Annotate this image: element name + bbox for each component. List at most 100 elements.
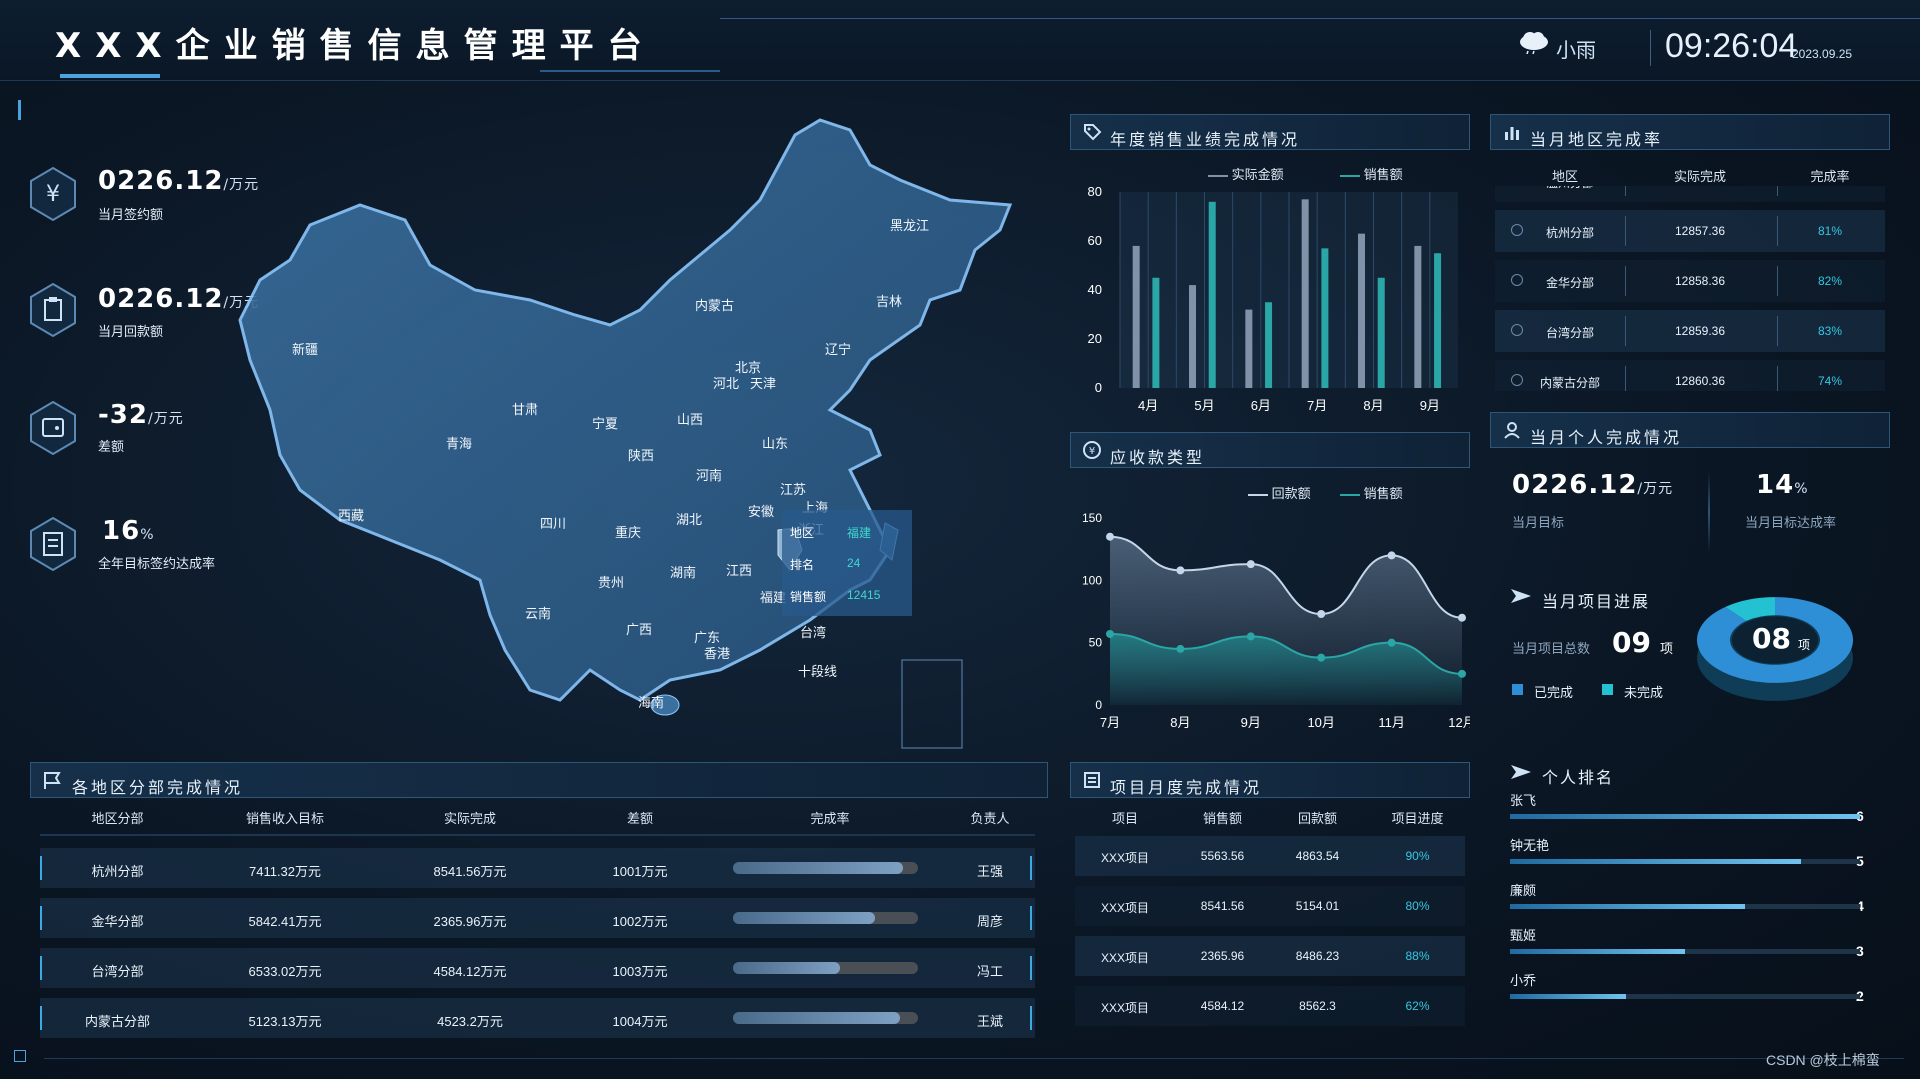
x-tick-label: 6月: [1251, 398, 1271, 413]
cell-diff: 1002万元: [612, 914, 668, 929]
cell-progress: 62%: [1405, 999, 1430, 1013]
cell-owner: 周彦: [976, 914, 1003, 929]
x-tick-label: 7月: [1307, 398, 1327, 413]
cell-region: 杭州分部: [91, 864, 144, 879]
donut-center-unit: 项: [1798, 638, 1811, 652]
completion-bar: [733, 962, 918, 974]
province-label: 吉林: [876, 295, 902, 310]
send-arrow-icon: [1511, 589, 1531, 603]
cell-divider: [1777, 316, 1778, 346]
completion-bar: [733, 912, 918, 924]
receivable-chart-title: 应收款类型: [1110, 450, 1206, 467]
data-point: [1246, 560, 1255, 569]
wallet-icon: [30, 400, 76, 456]
cell-actual: 12856.36: [1630, 186, 1770, 188]
rank-bar: [1510, 994, 1860, 999]
cell-diff: 1004万元: [612, 1014, 668, 1029]
bar-chart-icon: [1505, 127, 1519, 140]
column-header: 回款额: [1297, 811, 1337, 826]
data-point: [1317, 653, 1326, 662]
cell-region: 金华分部: [91, 914, 144, 929]
cell-region: 台湾分部: [91, 964, 144, 979]
province-label: 新疆: [292, 342, 318, 358]
svg-text:¥: ¥: [1089, 446, 1095, 457]
cell-actual: 12859.36: [1674, 324, 1726, 338]
status-ring-icon: [1511, 374, 1523, 386]
map-tooltip: 地区 福建 排名 24 销售额 12415: [782, 510, 912, 616]
cell-diff: 1003万元: [612, 964, 668, 979]
legend-label-undone: 未完成: [1624, 685, 1664, 700]
data-point: [1387, 638, 1396, 647]
cell-rate: 82%: [1817, 274, 1843, 288]
cell-rate: 83%: [1817, 324, 1843, 338]
cell-sales: 5563.56: [1200, 849, 1245, 863]
send-arrow-icon: [1511, 765, 1531, 779]
province-label: 辽宁: [825, 342, 851, 358]
column-header: 实际完成: [1673, 169, 1726, 184]
rank-bar: [1510, 814, 1860, 819]
china-map[interactable]: 黑龙江 吉林 辽宁 内蒙古 新疆 北京 天津 河北 甘肃 宁夏 山西 山东 青海…: [230, 110, 1030, 770]
personal-target-unit: /万元: [1637, 481, 1674, 497]
province-label: 四川: [540, 517, 566, 532]
cell-target: 5123.13万元: [248, 1014, 322, 1029]
cell-sales: 2365.96: [1200, 949, 1245, 963]
cloud-rain-icon: [1520, 32, 1548, 54]
kpi-value: 16: [102, 516, 141, 546]
cell-payback: 8562.3: [1299, 999, 1336, 1013]
list-icon: [1084, 772, 1100, 788]
province-label: 湖南: [670, 565, 696, 581]
row-accent: [40, 956, 42, 980]
column-header: 项目: [1111, 811, 1138, 826]
data-point: [1176, 644, 1185, 653]
rank-name: 甄姬: [1510, 928, 1537, 943]
user-icon: [1504, 422, 1520, 439]
kpi-label: 当月回款额: [98, 324, 164, 339]
cell-owner: 王强: [976, 864, 1003, 879]
column-header: 完成率: [1810, 169, 1850, 184]
province-label: 云南: [525, 606, 551, 622]
column-header: 差额: [626, 811, 653, 826]
column-header: 项目进度: [1391, 811, 1444, 826]
status-ring-icon: [1511, 324, 1523, 336]
donut-center-value: 08: [1752, 622, 1791, 655]
kpi-value: 0226.12: [98, 284, 224, 314]
cell-owner: 冯工: [976, 964, 1003, 979]
cell-actual: 2365.96万元: [433, 914, 507, 929]
cell-target: 5842.41万元: [248, 914, 322, 929]
region-rate-scroll[interactable]: 温州分部 12856.36 80% 杭州分部 12857.36 81% 金华分部 12858.…: [1495, 186, 1885, 391]
rank-bar: [1510, 949, 1860, 954]
status-ring-icon: [1511, 224, 1523, 236]
column-header: 实际完成: [443, 811, 496, 826]
rank-bar: [1510, 904, 1860, 909]
column-header: 负责人: [970, 811, 1010, 826]
cell-progress: 90%: [1405, 849, 1430, 863]
cell-sales: 8541.56: [1200, 899, 1245, 913]
rank-name: 张飞: [1510, 793, 1537, 808]
header-top-line: [720, 18, 1920, 19]
bar-sales: [1208, 201, 1216, 388]
province-label: 青海: [446, 437, 472, 452]
cell-owner: 王斌: [976, 1014, 1003, 1029]
project-progress-title: 当月项目进展: [1542, 594, 1651, 611]
y-tick-label: 60: [1088, 233, 1102, 248]
cell-actual: 8541.56万元: [433, 864, 507, 879]
cell-actual: 12857.36: [1674, 224, 1726, 238]
cell-divider: [1777, 186, 1778, 196]
completion-bar-fill: [733, 962, 841, 974]
cell-project: XXX项目: [1100, 951, 1149, 965]
kpi-label: 全年目标签约达成率: [98, 556, 216, 571]
clock-time: 09:26:04: [1665, 27, 1798, 65]
cell-region: 杭州分部: [1545, 226, 1594, 240]
row-accent: [40, 906, 42, 930]
left-edge-marker: [18, 100, 21, 120]
row-accent: [1030, 906, 1032, 930]
cell-payback: 4863.54: [1295, 849, 1340, 863]
province-label: 江西: [726, 564, 752, 579]
personal-target-value: 0226.12: [1512, 470, 1638, 500]
completion-bar-fill: [733, 1012, 900, 1024]
cell-region: 温州分部: [1525, 186, 1615, 191]
clock-date: 2023.09.25: [1792, 47, 1853, 61]
column-header: 地区分部: [91, 811, 144, 826]
data-point: [1458, 613, 1466, 622]
row-accent: [40, 856, 42, 880]
